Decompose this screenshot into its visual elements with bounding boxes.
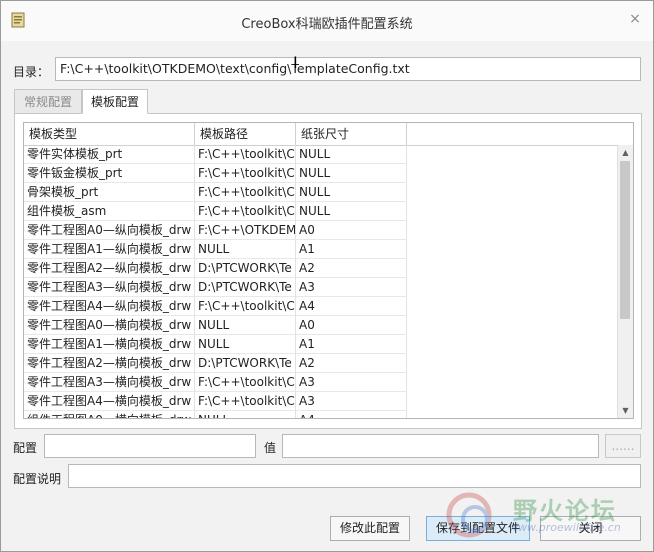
- cell-template-path[interactable]: NULL: [195, 316, 296, 335]
- cell-template-type[interactable]: 零件工程图A0—横向模板_drw: [24, 316, 195, 335]
- cell-template-path[interactable]: D:\PTCWORK\Te: [195, 259, 296, 278]
- cell-template-type[interactable]: 零件工程图A3—横向模板_drw: [24, 373, 195, 392]
- cell-template-path[interactable]: F:\C++\toolkit\C: [195, 164, 296, 183]
- cell-paper-size[interactable]: A2: [296, 259, 407, 278]
- cell-paper-size[interactable]: A0: [296, 316, 407, 335]
- cell-template-type[interactable]: 组件模板_asm: [24, 202, 195, 221]
- directory-input[interactable]: F:\C++\toolkit\OTKDEMO\text\config\Templ…: [55, 57, 641, 81]
- description-label: 配置说明: [13, 472, 62, 486]
- cell-template-type[interactable]: 零件工程图A3—纵向模板_drw: [24, 278, 195, 297]
- cell-template-type[interactable]: 零件工程图A2—纵向模板_drw: [24, 259, 195, 278]
- table-row[interactable]: 零件工程图A3—纵向模板_drw D:\PTCWORK\Te A3: [24, 278, 407, 297]
- cell-template-path[interactable]: F:\C++\toolkit\C: [195, 145, 296, 164]
- scrollbar-thumb[interactable]: [620, 161, 630, 319]
- cell-paper-size[interactable]: A1: [296, 240, 407, 259]
- table-row[interactable]: 零件工程图A4—横向模板_drw F:\C++\toolkit\C A3: [24, 392, 407, 411]
- cell-template-path[interactable]: F:\C++\toolkit\C: [195, 392, 296, 411]
- cell-paper-size[interactable]: NULL: [296, 183, 407, 202]
- modify-config-button[interactable]: 修改此配置: [330, 516, 410, 541]
- window-title: CreoBox科瑞欧插件配置系统: [241, 17, 413, 32]
- table-row[interactable]: 组件工程图A0—横向模板_drwNULLA4: [24, 411, 407, 418]
- description-field[interactable]: [68, 464, 641, 488]
- cell-template-path[interactable]: F:\C++\toolkit\C: [195, 297, 296, 316]
- table-row[interactable]: 零件实体模板_prt F:\C++\toolkit\C NULL: [24, 145, 407, 164]
- cell-template-type[interactable]: 零件实体模板_prt: [24, 145, 195, 164]
- cell-template-path[interactable]: NULL: [195, 335, 296, 354]
- text-cursor-icon: I: [293, 53, 298, 72]
- grid-header: 模板类型 模板路径 纸张尺寸: [24, 123, 633, 146]
- cell-template-type[interactable]: 零件工程图A4—纵向模板_drw: [24, 297, 195, 316]
- cell-paper-size[interactable]: NULL: [296, 164, 407, 183]
- table-row[interactable]: 零件工程图A3—横向模板_drw F:\C++\toolkit\C A3: [24, 373, 407, 392]
- cell-template-type[interactable]: 零件工程图A1—横向模板_drw: [24, 335, 195, 354]
- close-icon[interactable]: ×: [627, 11, 643, 27]
- template-grid[interactable]: 模板类型 模板路径 纸张尺寸 零件实体模板_prt F:\C++\toolkit\…: [23, 122, 634, 419]
- cell-template-type[interactable]: 零件工程图A0—纵向模板_drw: [24, 221, 195, 240]
- table-row[interactable]: 零件工程图A2—横向模板_drw D:\PTCWORK\Te A2: [24, 354, 407, 373]
- config-window: CreoBox科瑞欧插件配置系统 × 目录： F:\C++\toolkit\OT…: [0, 0, 654, 552]
- tab-general-config[interactable]: 常规配置: [14, 89, 82, 113]
- table-row[interactable]: 骨架模板_prt F:\C++\toolkit\C NULL: [24, 183, 407, 202]
- column-header-template-type[interactable]: 模板类型: [24, 123, 195, 145]
- table-row[interactable]: 组件模板_asm F:\C++\toolkit\C NULL: [24, 202, 407, 221]
- table-row[interactable]: 零件工程图A0—纵向模板_drw F:\C++\OTKDEM A0: [24, 221, 407, 240]
- cell-paper-size[interactable]: A1: [296, 335, 407, 354]
- cell-template-path[interactable]: F:\C++\OTKDEM: [195, 221, 296, 240]
- table-row[interactable]: 零件工程图A1—纵向模板_drw NULL A1: [24, 240, 407, 259]
- cell-template-path[interactable]: D:\PTCWORK\Te: [195, 278, 296, 297]
- browse-button[interactable]: ......: [605, 434, 641, 458]
- scroll-down-icon[interactable]: ▼: [618, 403, 633, 418]
- cell-paper-size[interactable]: A2: [296, 354, 407, 373]
- tab-template-config[interactable]: 模板配置: [82, 89, 148, 114]
- cell-paper-size[interactable]: NULL: [296, 202, 407, 221]
- cell-template-path[interactable]: NULL: [195, 411, 296, 418]
- table-row[interactable]: 零件工程图A0—横向模板_drw NULL A0: [24, 316, 407, 335]
- cell-template-path[interactable]: F:\C++\toolkit\C: [195, 373, 296, 392]
- cell-template-path[interactable]: D:\PTCWORK\Te: [195, 354, 296, 373]
- table-row[interactable]: 零件钣金模板_prt F:\C++\toolkit\C NULL: [24, 164, 407, 183]
- cell-paper-size[interactable]: A3: [296, 392, 407, 411]
- column-header-paper-size[interactable]: 纸张尺寸: [296, 123, 407, 145]
- cell-paper-size[interactable]: A4: [296, 297, 407, 316]
- directory-label: 目录：: [13, 65, 50, 79]
- title-bar: CreoBox科瑞欧插件配置系统 ×: [1, 1, 653, 41]
- cell-paper-size[interactable]: NULL: [296, 145, 407, 164]
- value-field[interactable]: [282, 434, 599, 458]
- table-row[interactable]: 零件工程图A2—纵向模板_drw D:\PTCWORK\Te A2: [24, 259, 407, 278]
- cell-template-path[interactable]: F:\C++\toolkit\C: [195, 202, 296, 221]
- cell-paper-size[interactable]: A3: [296, 278, 407, 297]
- cell-template-type[interactable]: 零件工程图A1—纵向模板_drw: [24, 240, 195, 259]
- cell-template-type[interactable]: 零件工程图A2—横向模板_drw: [24, 354, 195, 373]
- cell-template-type[interactable]: 零件钣金模板_prt: [24, 164, 195, 183]
- value-label: 值: [264, 441, 277, 455]
- cell-paper-size[interactable]: A3: [296, 373, 407, 392]
- cell-template-type[interactable]: 零件工程图A4—横向模板_drw: [24, 392, 195, 411]
- cell-template-path[interactable]: F:\C++\toolkit\C: [195, 183, 296, 202]
- column-header-template-path[interactable]: 模板路径: [195, 123, 296, 145]
- cell-template-type[interactable]: 组件工程图A0—横向模板_drw: [24, 411, 195, 418]
- cell-template-type[interactable]: 骨架模板_prt: [24, 183, 195, 202]
- save-config-button[interactable]: 保存到配置文件: [426, 516, 530, 541]
- vertical-scrollbar[interactable]: ▲ ▼: [617, 145, 633, 418]
- config-label: 配置: [13, 441, 38, 455]
- cell-paper-size[interactable]: A4: [296, 411, 407, 418]
- scroll-up-icon[interactable]: ▲: [618, 145, 633, 160]
- config-field[interactable]: [44, 434, 256, 458]
- cell-template-path[interactable]: NULL: [195, 240, 296, 259]
- cell-paper-size[interactable]: A0: [296, 221, 407, 240]
- close-button[interactable]: 关闭: [540, 516, 641, 541]
- table-row[interactable]: 零件工程图A1—横向模板_drw NULL A1: [24, 335, 407, 354]
- table-row[interactable]: 零件工程图A4—纵向模板_drw F:\C++\toolkit\C A4: [24, 297, 407, 316]
